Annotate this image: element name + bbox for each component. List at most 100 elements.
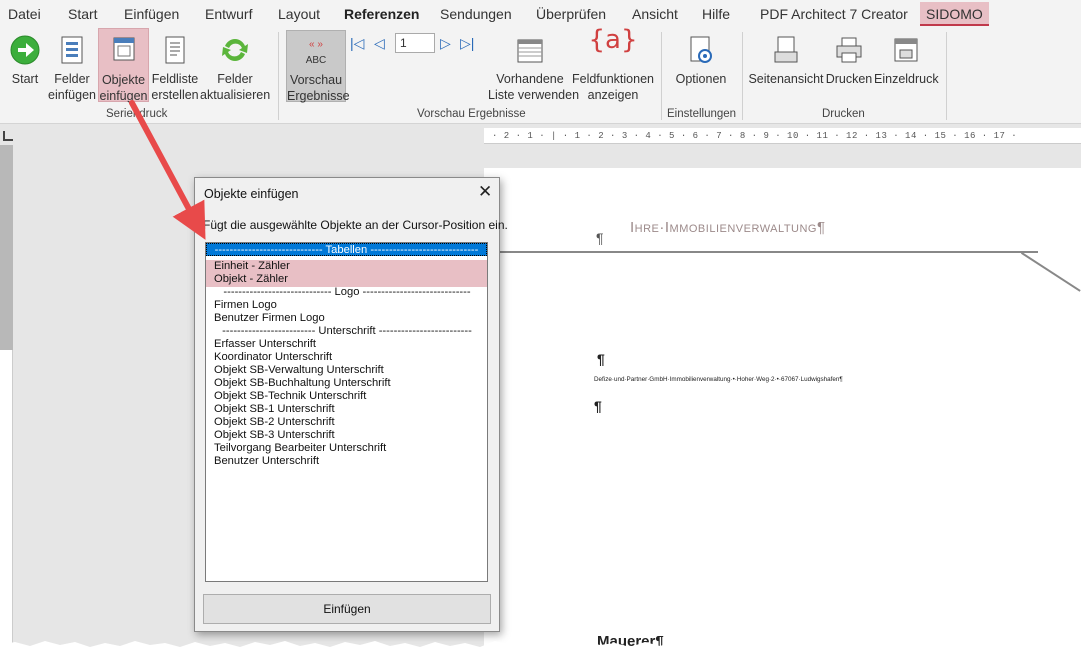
document-header-title: Ihre·Immobilienverwaltung¶ (630, 219, 826, 236)
tab-entwurf[interactable]: Entwurf (205, 6, 252, 22)
vorschau-label: Vorschau (289, 73, 343, 87)
einfuegen-button[interactable]: Einfügen (203, 594, 491, 624)
felder-aktualisieren-button[interactable]: Felder aktualisieren (200, 30, 270, 102)
first-record-icon[interactable]: |◁ (350, 35, 364, 52)
ruler-tab-selector[interactable] (3, 131, 13, 141)
sender-address-line: Defize·und·Partner·GmbH·Immobilienverwal… (594, 376, 843, 383)
refresh-icon (219, 34, 251, 70)
anzeigen-label: anzeigen (587, 88, 639, 102)
seitenansicht-button[interactable]: Seitenansicht (748, 30, 824, 102)
group-drucken: Drucken (822, 108, 865, 120)
vorhandene-liste-button[interactable]: Vorhandene Liste verwenden (488, 30, 579, 102)
group-einstellungen: Einstellungen (667, 108, 737, 120)
list-item[interactable]: Erfasser Unterschrift (214, 338, 316, 351)
vorhandene-label: Vorhandene (496, 72, 564, 86)
vorschau-ergebnisse-button[interactable]: « » ABC Vorschau Ergebnisse (286, 30, 350, 103)
group-vorschau-ergebnisse: Vorschau Ergebnisse (417, 108, 526, 120)
felder-einfuegen-button[interactable]: Felder einfügen (48, 30, 96, 102)
list-item[interactable]: Koordinator Unterschrift (214, 351, 332, 364)
tab-pdf-architect[interactable]: PDF Architect 7 Creator (760, 6, 908, 22)
list-item[interactable]: Teilvorgang Bearbeiter Unterschrift (214, 442, 386, 455)
ergebnisse-label: Ergebnisse (287, 89, 350, 103)
feldliste-label: Feldliste (151, 72, 199, 86)
ribbon-separator (278, 32, 279, 120)
list-item[interactable]: Benutzer Unterschrift (214, 455, 319, 468)
aktualisieren-label: aktualisieren (200, 88, 271, 102)
vertical-ruler[interactable] (0, 145, 13, 653)
seitenansicht-label: Seitenansicht (748, 72, 824, 86)
einfuegen-label: einfügen (48, 88, 96, 102)
einfuegen2-label: einfügen (99, 89, 148, 103)
word-window: { "menu": { "tabs": ["Datei","Start","Ei… (0, 0, 1081, 653)
list-item[interactable]: Objekt SB-1 Unterschrift (214, 403, 335, 416)
document-page[interactable]: ¶ Ihre·Immobilienverwaltung¶ ¶ Defize·un… (484, 168, 1081, 653)
list-item[interactable]: Objekt SB-Buchhaltung Unterschrift (214, 377, 391, 390)
drucken-button[interactable]: Drucken (825, 30, 873, 102)
list-item-header-unterschrift[interactable]: ------------------------- Unterschrift -… (214, 325, 480, 338)
table-list-icon (515, 34, 545, 70)
group-seriendruck: Seriendruck (106, 108, 168, 120)
optionen-button[interactable]: Optionen (670, 30, 732, 102)
vertical-ruler-margin (0, 145, 13, 350)
ribbon-separator (661, 32, 662, 120)
last-record-icon[interactable]: ▷| (460, 35, 474, 52)
recipient-name: Mauerer¶ (597, 633, 664, 650)
objekte-einfuegen-button[interactable]: Objekte einfügen (98, 28, 149, 103)
menu-bar: Datei Start Einfügen Entwurf Layout Refe… (0, 0, 1081, 28)
tab-datei[interactable]: Datei (8, 6, 41, 22)
single-print-icon (891, 34, 921, 70)
feldfunktionen-label: Feldfunktionen (571, 72, 654, 86)
list-item[interactable]: Objekt SB-3 Unterschrift (214, 429, 335, 442)
optionen-label: Optionen (675, 72, 727, 86)
list-item[interactable]: Objekt - Zähler (214, 273, 288, 286)
dialog-description: Fügt die ausgewählte Objekte an der Curs… (203, 218, 508, 232)
ribbon-separator (946, 32, 947, 120)
list-item-header-tabellen[interactable]: ----------------------------- Tabellen -… (206, 243, 487, 256)
list-item[interactable]: Objekt SB-Verwaltung Unterschrift (214, 364, 384, 377)
tab-ansicht[interactable]: Ansicht (632, 6, 678, 22)
objects-listbox[interactable]: ----------------------------- Tabellen -… (205, 242, 488, 582)
horizontal-ruler[interactable]: · 2 · 1 · | · 1 · 2 · 3 · 4 · 5 · 6 · 7 … (484, 128, 1081, 144)
abc-preview-icon: « » ABC (305, 39, 327, 66)
window-object-icon (111, 35, 137, 67)
list-item[interactable]: Objekt SB-2 Unterschrift (214, 416, 335, 429)
table-insert-icon (58, 34, 86, 70)
abc-text: ABC (305, 55, 327, 66)
einzeldruck-label: Einzeldruck (874, 72, 939, 86)
ribbon-separator (742, 32, 743, 120)
tab-einfuegen[interactable]: Einfügen (124, 6, 179, 22)
tab-sidomo[interactable]: SIDOMO (920, 2, 989, 26)
green-arrow-icon (9, 34, 41, 70)
felder-label: Felder (54, 72, 90, 86)
list-item[interactable]: Objekt SB-Technik Unterschrift (214, 390, 366, 403)
ribbon: Start Felder einfügen Objekte einfügen Fel… (0, 27, 1081, 124)
tab-start[interactable]: Start (68, 6, 98, 22)
start-label: Start (11, 72, 39, 86)
einzeldruck-button[interactable]: Einzeldruck (874, 30, 939, 102)
start-button[interactable]: Start (4, 30, 46, 102)
erstellen-label: erstellen (151, 88, 199, 102)
page-preview-icon (772, 34, 800, 70)
previous-record-icon[interactable]: ◁ (374, 35, 385, 52)
record-number-input[interactable]: 1 (395, 33, 435, 53)
felder2-label: Felder (217, 72, 253, 86)
tab-hilfe[interactable]: Hilfe (702, 6, 730, 22)
close-icon[interactable]: ✕ (478, 182, 492, 202)
list-item-header-logo[interactable]: ----------------------------- Logo -----… (214, 286, 480, 299)
list-item[interactable]: Firmen Logo (214, 299, 277, 312)
pilcrow-mark: ¶ (594, 398, 602, 414)
tab-ueberpruefen[interactable]: Überprüfen (536, 6, 606, 22)
field-list-icon (162, 34, 188, 70)
tab-sendungen[interactable]: Sendungen (440, 6, 512, 22)
list-item[interactable]: Benutzer Firmen Logo (214, 312, 325, 325)
next-record-icon[interactable]: ▷ (440, 35, 451, 52)
header-diagonal-line (1020, 252, 1081, 292)
objekte-label: Objekte (101, 73, 146, 87)
drucken-label: Drucken (825, 72, 873, 86)
feldliste-erstellen-button[interactable]: Feldliste erstellen (151, 30, 199, 102)
tab-referenzen[interactable]: Referenzen (334, 0, 430, 28)
tab-layout[interactable]: Layout (278, 6, 320, 22)
feldfunktionen-button[interactable]: {a} Feldfunktionen anzeigen (570, 27, 656, 102)
pilcrow-mark: ¶ (597, 351, 605, 367)
list-item[interactable]: Einheit - Zähler (214, 260, 290, 273)
